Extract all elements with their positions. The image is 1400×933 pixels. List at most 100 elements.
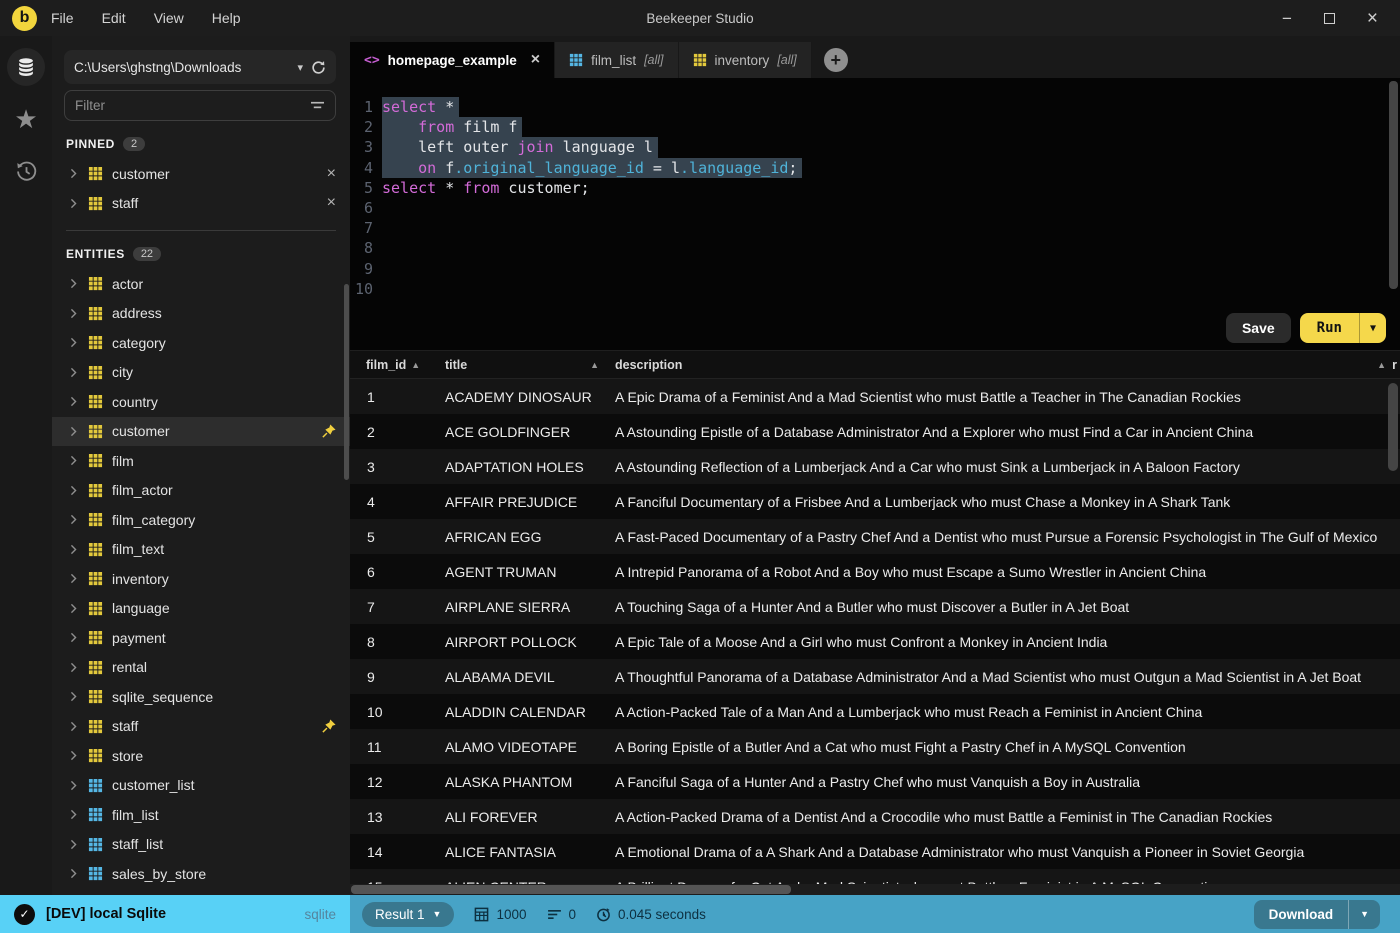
column-header-description[interactable]: description ▲ — [615, 358, 1400, 372]
new-tab-button[interactable]: + — [823, 48, 848, 72]
table-row[interactable]: 11 ALAMO VIDEOTAPE A Boring Epistle of a… — [350, 729, 1400, 764]
cell-film-id[interactable]: 8 — [350, 634, 445, 650]
table-row[interactable]: 10 ALADDIN CALENDAR A Action-Packed Tale… — [350, 694, 1400, 729]
editor-scrollbar[interactable] — [1389, 81, 1398, 289]
chevron-right-icon[interactable] — [68, 721, 79, 732]
cell-description[interactable]: A Astounding Epistle of a Database Admin… — [615, 424, 1400, 440]
chevron-right-icon[interactable] — [68, 573, 79, 584]
table-row[interactable]: 8 AIRPORT POLLOCK A Epic Tale of a Moose… — [350, 624, 1400, 659]
menu-help[interactable]: Help — [212, 10, 241, 26]
entity-item[interactable]: customer — [52, 416, 350, 446]
cell-title[interactable]: ALABAMA DEVIL — [445, 669, 615, 685]
entity-item[interactable]: customer_list — [52, 771, 350, 801]
pinned-item[interactable]: customer × — [52, 159, 350, 189]
chevron-right-icon[interactable] — [68, 308, 79, 319]
entity-item[interactable]: staff_list — [52, 830, 350, 860]
entity-item[interactable]: actor — [52, 269, 350, 299]
maximize-icon[interactable] — [1323, 12, 1335, 24]
table-row[interactable]: 12 ALASKA PHANTOM A Fanciful Saga of a H… — [350, 764, 1400, 799]
cell-title[interactable]: AIRPLANE SIERRA — [445, 599, 615, 615]
result-selector-button[interactable]: Result 1 ▼ — [362, 901, 455, 927]
code-line[interactable]: 7 — [350, 218, 1400, 238]
code-area[interactable]: 1 select * 2 from film f 3 left outer jo… — [350, 78, 1400, 299]
entity-item[interactable]: city — [52, 358, 350, 388]
cell-description[interactable]: A Thoughtful Panorama of a Database Admi… — [615, 669, 1400, 685]
cell-title[interactable]: ALASKA PHANTOM — [445, 774, 615, 790]
chevron-down-icon[interactable]: ▾ — [297, 61, 303, 74]
download-button-group[interactable]: Download ▼ — [1253, 899, 1380, 929]
cell-description[interactable]: A Fast-Paced Documentary of a Pastry Che… — [615, 529, 1400, 545]
table-row[interactable]: 14 ALICE FANTASIA A Emotional Drama of a… — [350, 834, 1400, 869]
entity-item[interactable]: sqlite_sequence — [52, 682, 350, 712]
entity-item[interactable]: country — [52, 387, 350, 417]
cell-description[interactable]: A Action-Packed Tale of a Man And a Lumb… — [615, 704, 1400, 720]
tab-inventory[interactable]: inventory [all] — [678, 42, 812, 78]
sort-asc-icon[interactable]: ▲ — [1377, 360, 1386, 370]
chevron-right-icon[interactable] — [68, 168, 79, 179]
cell-film-id[interactable]: 1 — [350, 389, 445, 405]
results-vertical-scrollbar[interactable] — [1388, 383, 1398, 471]
entity-item[interactable]: payment — [52, 623, 350, 653]
run-button[interactable]: Run — [1300, 313, 1359, 343]
table-row[interactable]: 7 AIRPLANE SIERRA A Touching Saga of a H… — [350, 589, 1400, 624]
entity-item[interactable]: store — [52, 741, 350, 771]
cell-description[interactable]: A Fanciful Documentary of a Frisbee And … — [615, 494, 1400, 510]
code-line[interactable]: 3 left outer join language l — [350, 137, 1400, 158]
history-icon[interactable] — [7, 152, 45, 190]
cell-title[interactable]: AIRPORT POLLOCK — [445, 634, 615, 650]
chevron-right-icon[interactable] — [68, 198, 79, 209]
pin-icon[interactable] — [322, 424, 336, 438]
chevron-right-icon[interactable] — [68, 278, 79, 289]
cell-title[interactable]: ACE GOLDFINGER — [445, 424, 615, 440]
entity-item[interactable]: film_list — [52, 800, 350, 830]
cell-film-id[interactable]: 3 — [350, 459, 445, 475]
chevron-right-icon[interactable] — [68, 780, 79, 791]
unpin-close-icon[interactable]: × — [327, 165, 336, 183]
column-header-film-id[interactable]: film_id ▲ — [350, 358, 445, 372]
chevron-right-icon[interactable] — [68, 426, 79, 437]
chevron-right-icon[interactable] — [68, 544, 79, 555]
connection-dropdown[interactable]: C:\Users\ghstng\Downloads ▾ — [64, 50, 336, 84]
filter-input[interactable] — [75, 98, 310, 113]
code-line[interactable]: 4 on f.original_language_id = l.language… — [350, 157, 1400, 178]
minimize-icon[interactable]: − — [1282, 10, 1292, 27]
connection-status[interactable]: ✓ [DEV] local Sqlite sqlite — [0, 895, 350, 933]
table-row[interactable]: 3 ADAPTATION HOLES A Astounding Reflecti… — [350, 449, 1400, 484]
chevron-right-icon[interactable] — [68, 337, 79, 348]
chevron-right-icon[interactable] — [68, 514, 79, 525]
cell-description[interactable]: A Epic Tale of a Moose And a Girl who mu… — [615, 634, 1400, 650]
cell-title[interactable]: ALI FOREVER — [445, 809, 615, 825]
menu-file[interactable]: File — [51, 10, 74, 26]
entity-item[interactable]: address — [52, 299, 350, 329]
cell-film-id[interactable]: 7 — [350, 599, 445, 615]
save-button[interactable]: Save — [1225, 313, 1291, 343]
table-row[interactable]: 4 AFFAIR PREJUDICE A Fanciful Documentar… — [350, 484, 1400, 519]
table-row[interactable]: 13 ALI FOREVER A Action-Packed Drama of … — [350, 799, 1400, 834]
favorites-star-icon[interactable]: ★ — [7, 100, 45, 138]
chevron-right-icon[interactable] — [68, 396, 79, 407]
cell-description[interactable]: A Emotional Drama of a A Shark And a Dat… — [615, 844, 1400, 860]
cell-description[interactable]: A Astounding Reflection of a Lumberjack … — [615, 459, 1400, 475]
close-icon[interactable]: × — [1367, 9, 1378, 28]
chevron-right-icon[interactable] — [68, 632, 79, 643]
refresh-icon[interactable] — [311, 60, 326, 75]
cell-film-id[interactable]: 10 — [350, 704, 445, 720]
cell-film-id[interactable]: 11 — [350, 739, 445, 755]
cell-film-id[interactable]: 9 — [350, 669, 445, 685]
cell-film-id[interactable]: 4 — [350, 494, 445, 510]
chevron-right-icon[interactable] — [68, 691, 79, 702]
scrollbar-thumb[interactable] — [351, 885, 791, 894]
code-line[interactable]: 5 select * from customer; — [350, 178, 1400, 198]
entity-item[interactable]: category — [52, 328, 350, 358]
sort-asc-icon[interactable]: ▲ — [590, 360, 599, 370]
results-horizontal-scrollbar[interactable] — [350, 884, 1400, 895]
entity-item[interactable]: staff — [52, 712, 350, 742]
menu-view[interactable]: View — [154, 10, 184, 26]
cell-film-id[interactable]: 14 — [350, 844, 445, 860]
cell-film-id[interactable]: 5 — [350, 529, 445, 545]
table-row[interactable]: 9 ALABAMA DEVIL A Thoughtful Panorama of… — [350, 659, 1400, 694]
pinned-item[interactable]: staff × — [52, 189, 350, 219]
download-button[interactable]: Download — [1254, 900, 1349, 929]
code-line[interactable]: 9 — [350, 259, 1400, 279]
cell-film-id[interactable]: 12 — [350, 774, 445, 790]
